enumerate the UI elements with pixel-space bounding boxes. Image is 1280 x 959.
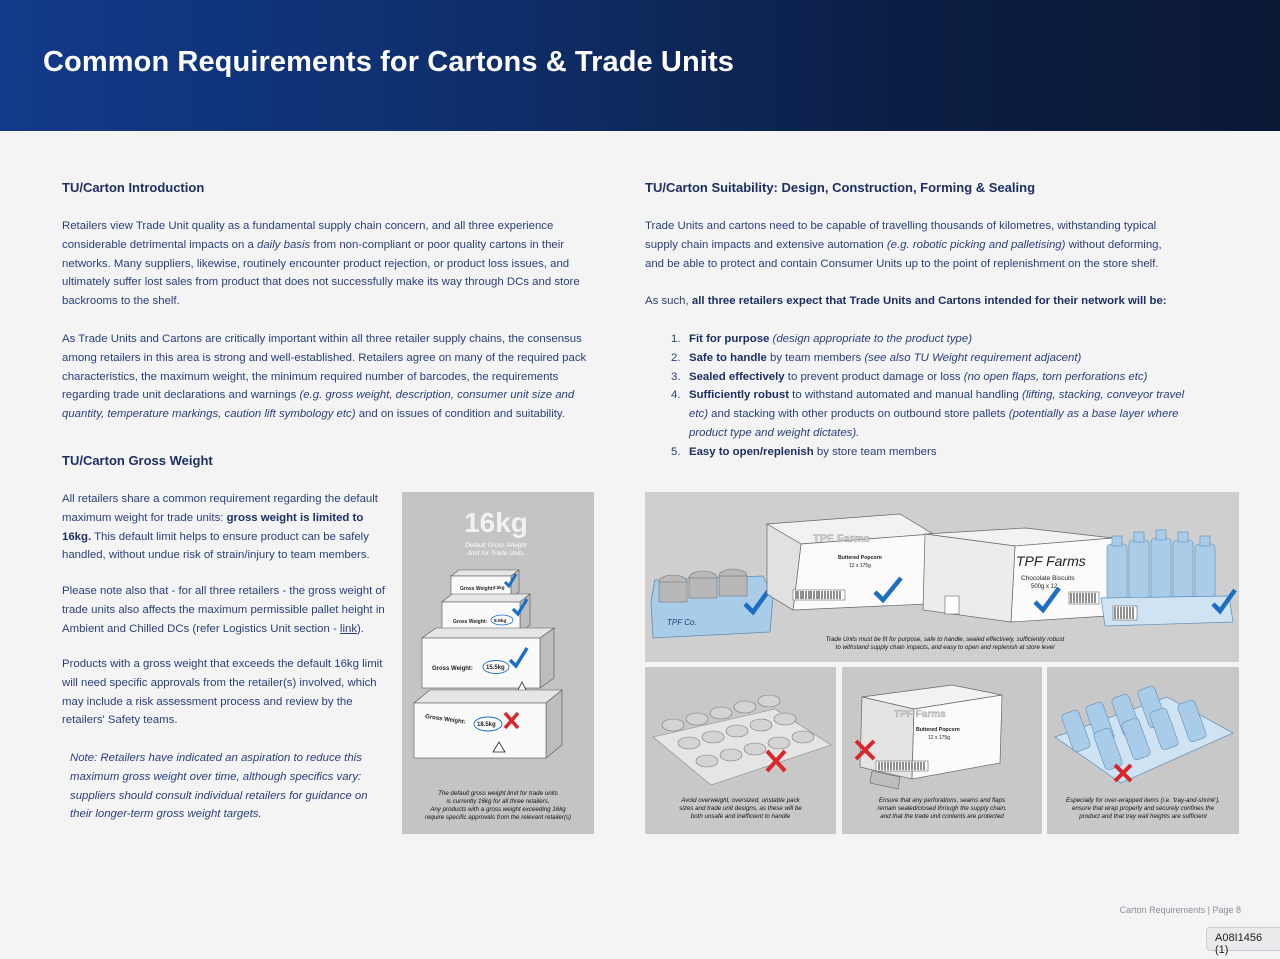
svg-text:3.5kg: 3.5kg [493, 585, 505, 590]
carton-box-3: Gross Weight: 15.5kg [421, 627, 555, 693]
trade-units-illustration: TPF Co. TPF Farms Buttered Popcorn 12 x … [645, 492, 1239, 662]
sealing-caption: Ensure that any perforations, seams and … [877, 797, 1007, 820]
svg-text:TPF Farms: TPF Farms [813, 533, 870, 545]
weight-limit-big-label: 16kg [464, 507, 528, 538]
svg-text:18.5kg: 18.5kg [477, 722, 496, 728]
page-footer: Carton Requirements | Page 8 [1119, 905, 1241, 915]
can-tray-product: TPF Co. [650, 568, 774, 639]
logistics-unit-link[interactable]: link [340, 623, 357, 635]
carton-box-2: Gross Weight: 8.5kg [441, 593, 531, 634]
svg-text:TPF Farms: TPF Farms [1016, 553, 1086, 569]
carton-box-4: Gross Weight: 18.5kg [413, 689, 563, 759]
svg-text:500g x 12: 500g x 12 [1031, 584, 1058, 590]
weight-limit-sub-2: limit for Trade Units [468, 550, 525, 557]
gross-weight-paragraph-1: All retailers share a common requirement… [62, 493, 378, 562]
barcode-icon [875, 760, 929, 772]
weight-illustration-caption: The default gross weight limit for trade… [424, 790, 572, 821]
svg-text:Gross Weight:: Gross Weight: [453, 619, 487, 625]
overweight-caption: Avoid overweight, oversized, unstable pa… [679, 797, 802, 820]
svg-text:Gross Weight:: Gross Weight: [432, 666, 473, 672]
popcorn-carton: TPF Farms Buttered Popcorn 12 x 175g [765, 513, 935, 611]
overwrap-caption: Especially for over-wrapped items (i.e. … [1066, 797, 1220, 820]
weight-limit-sub-1: Default Gross Weight [465, 542, 528, 549]
svg-text:TPF Co.: TPF Co. [667, 618, 697, 627]
suitability-paragraph-2: As such, all three retailers expect that… [645, 295, 1167, 307]
list-item: 3. Sealed effectively to prevent product … [671, 370, 1148, 383]
gross-weight-heading: TU/Carton Gross Weight [62, 453, 213, 468]
list-item: 1. Fit for purpose (design appropriate to… [671, 333, 973, 345]
trade-units-caption: Trade Units must be fit for purpose, saf… [825, 636, 1065, 651]
list-item: 5. Easy to open/replenish by store team m… [671, 445, 937, 458]
page-header: Common Requirements for Cartons & Trade … [0, 0, 1280, 131]
svg-text:Buttered Popcorn: Buttered Popcorn [916, 727, 960, 733]
svg-text:12 x 175g: 12 x 175g [849, 563, 871, 569]
gross-weight-paragraph-2: Please note also that - for all three re… [62, 585, 385, 635]
gross-weight-illustration: 16kg Default Gross Weight limit for Trad… [402, 492, 594, 834]
svg-text:8.5kg: 8.5kg [494, 618, 506, 624]
svg-text:Gross Weight:: Gross Weight: [460, 586, 494, 592]
barcode-icon [792, 589, 846, 601]
retailer-expectations-list: 1. Fit for purpose (design appropriate to… [645, 330, 1205, 462]
gross-weight-paragraph-3: Products with a gross weight that exceed… [62, 658, 383, 727]
svg-text:TPF Farms: TPF Farms [894, 709, 946, 720]
document-id-tag[interactable]: A08I1456 (1) [1206, 927, 1280, 956]
list-item: 2. Safe to handle by team members (see al… [671, 351, 1082, 364]
svg-text:12 x 175g: 12 x 175g [928, 735, 950, 741]
overweight-illustration: Avoid overweight, oversized, unstable pa… [645, 667, 836, 834]
svg-text:15.5kg: 15.5kg [486, 665, 505, 671]
suitability-paragraph-1: Trade Units and cartons need to be capab… [645, 220, 1162, 270]
suitability-heading: TU/Carton Suitability: Design, Construct… [645, 180, 1036, 195]
sealing-illustration: TPF Farms Buttered Popcorn 12 x 175g Ens… [842, 667, 1042, 834]
list-item: 4. Sufficiently robust to withstand autom… [671, 389, 1185, 439]
water-bottle-tray [1100, 529, 1237, 627]
intro-paragraph-2: As Trade Units and Cartons are criticall… [62, 333, 587, 421]
page-title: Common Requirements for Cartons & Trade … [43, 46, 734, 78]
biscuits-carton: TPF Farms Chocolate Biscuits 500g x 12 [922, 527, 1114, 623]
svg-text:Buttered Popcorn: Buttered Popcorn [838, 555, 882, 561]
svg-text:Chocolate Biscuits: Chocolate Biscuits [1021, 575, 1075, 582]
overwrap-illustration: Especially for over-wrapped items (i.e. … [1047, 667, 1239, 834]
intro-paragraph-1: Retailers view Trade Unit quality as a f… [62, 220, 580, 308]
gross-weight-note: Note: Retailers have indicated an aspira… [70, 752, 368, 821]
intro-heading: TU/Carton Introduction [62, 180, 205, 195]
